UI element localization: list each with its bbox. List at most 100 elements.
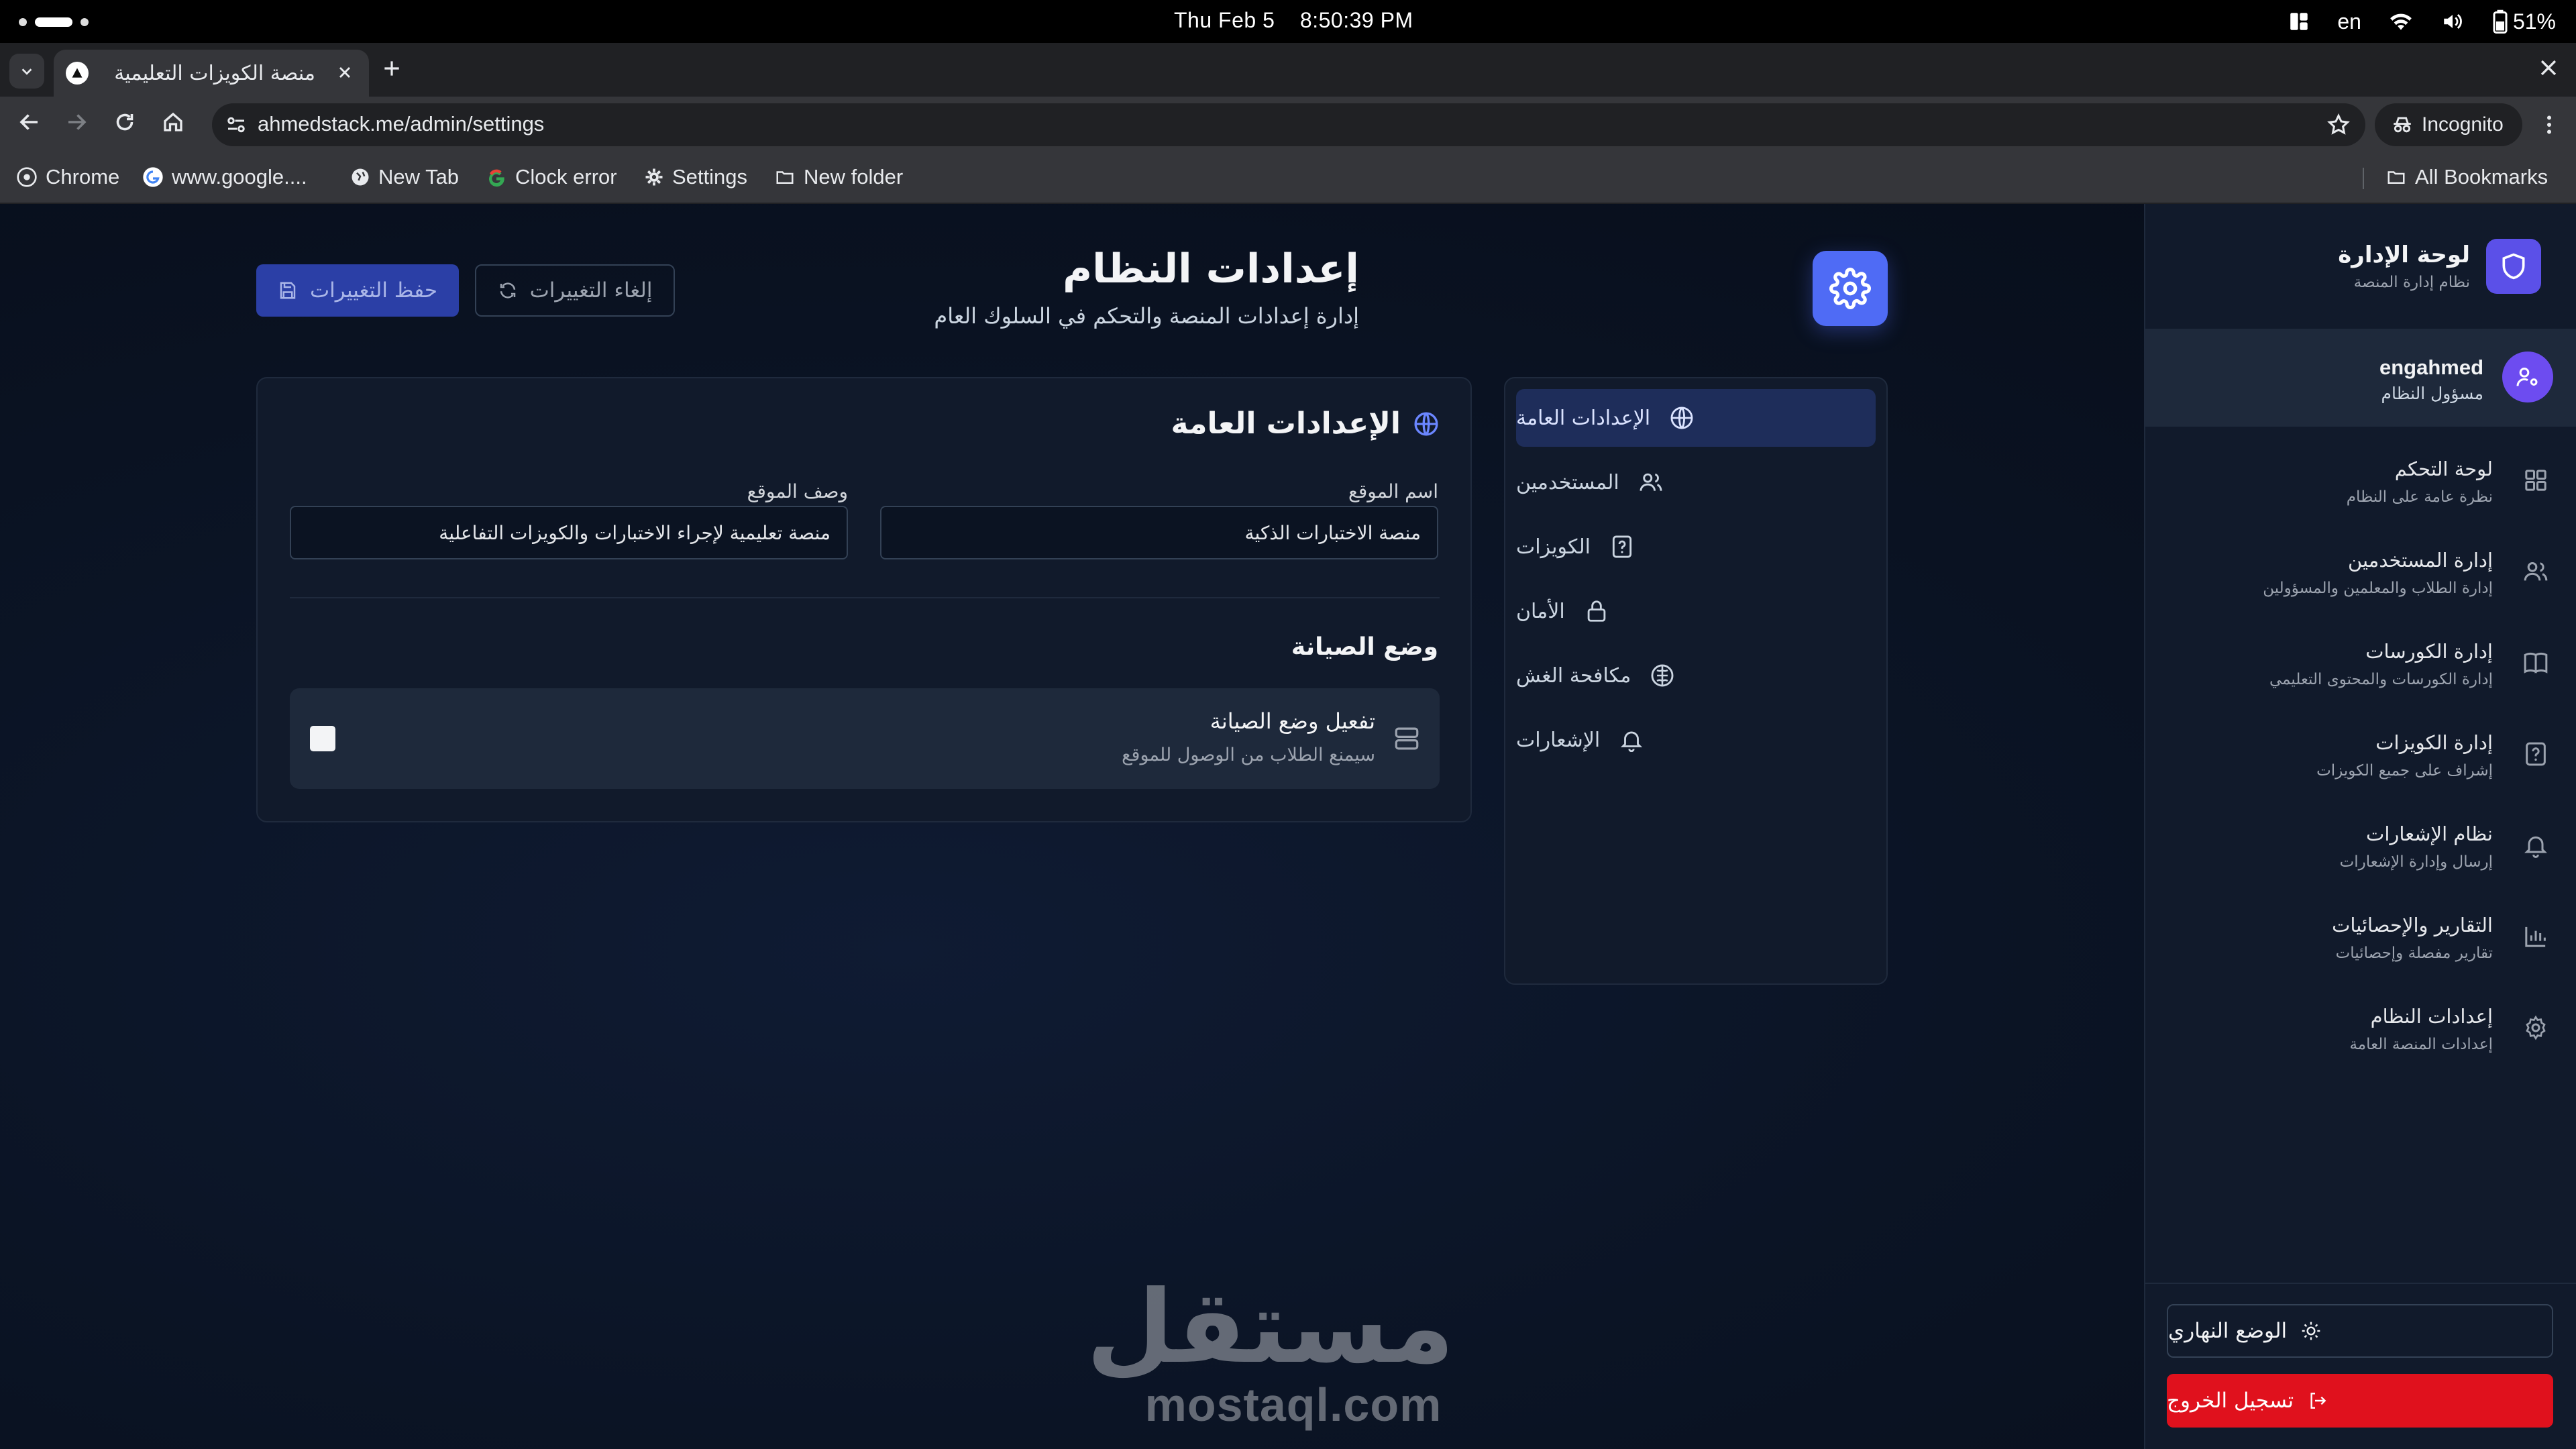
theme-toggle-label: الوضع النهاري — [2168, 1319, 2288, 1343]
gear-icon — [2522, 1014, 2549, 1041]
sidebar-item-label: لوحة التحكم — [2394, 458, 2493, 480]
bookmark-label: Settings — [672, 165, 748, 189]
watermark-latin: mostaql.com — [1144, 1379, 1442, 1431]
sidebar-item-settings[interactable]: إعدادات النظام إعدادات المنصة العامة — [2145, 990, 2576, 1071]
address-bar[interactable]: ahmedstack.me/admin/settings — [212, 103, 2365, 146]
brain-icon — [1650, 663, 1675, 688]
window-close-icon[interactable] — [2537, 56, 2560, 79]
admin-sidebar: لوحة الإدارة نظام إدارة المنصة engahmed … — [2144, 204, 2576, 1449]
sidebar-item-label: إدارة الكويزات — [2375, 731, 2493, 754]
sidebar-item-description: إشراف على جميع الكويزات — [2316, 762, 2493, 780]
browser-tab-strip: منصة الكويزات التعليمية — [0, 43, 2576, 97]
settings-nav-general[interactable]: الإعدادات العامة — [1516, 389, 1876, 447]
keyboard-language[interactable]: en — [2337, 9, 2361, 34]
discard-changes-button[interactable]: إلغاء التغييرات — [475, 264, 675, 317]
logout-button[interactable]: تسجيل الخروج — [2167, 1374, 2553, 1428]
settings-nav-anti-cheat[interactable]: مكافحة الغش — [1516, 647, 1876, 704]
workspace-indicator[interactable] — [19, 17, 89, 27]
layout-icon[interactable] — [2288, 10, 2310, 33]
sidebar-item-description: إرسال وإدارة الإشعارات — [2339, 853, 2493, 871]
settings-nav-label: مكافحة الغش — [1516, 663, 1631, 688]
tab-title: منصة الكويزات التعليمية — [114, 61, 315, 85]
site-name-input[interactable] — [880, 506, 1438, 559]
sidebar-item-description: تقارير مفصلة وإحصائيات — [2335, 945, 2493, 962]
page-subtitle: إدارة إعدادات المنصة والتحكم في السلوك ا… — [934, 303, 1359, 329]
sidebar-item-users[interactable]: إدارة المستخدمين إدارة الطلاب والمعلمين … — [2145, 534, 2576, 614]
settings-nav-users[interactable]: المستخدمين — [1516, 453, 1876, 511]
battery-charging-icon — [2491, 9, 2509, 34]
page-title: إعدادات النظام — [1063, 246, 1359, 292]
globe-icon — [1413, 411, 1440, 437]
settings-nav-quizzes[interactable]: الكويزات — [1516, 518, 1876, 576]
site-description-label: وصف الموقع — [747, 480, 848, 502]
sidebar-item-dashboard[interactable]: لوحة التحكم نظرة عامة على النظام — [2145, 443, 2576, 523]
os-status-bar: Thu Feb 5 8:50:39 PM en 51% — [0, 0, 2576, 43]
bell-icon — [2522, 832, 2549, 859]
watermark: مستقل mostaql.com — [1086, 1269, 1454, 1432]
home-icon[interactable] — [161, 110, 185, 134]
section-divider — [290, 597, 1440, 598]
refresh-icon — [498, 280, 518, 301]
browser-menu-icon[interactable] — [2537, 111, 2561, 138]
page-header-badge — [1813, 251, 1888, 326]
sidebar-item-reports[interactable]: التقارير والإحصائيات تقارير مفصلة وإحصائ… — [2145, 899, 2576, 979]
url-text: ahmedstack.me/admin/settings — [258, 112, 545, 136]
shield-icon — [2499, 252, 2528, 281]
site-info-icon[interactable] — [224, 113, 248, 137]
close-tab-icon[interactable] — [335, 63, 354, 82]
save-changes-button[interactable]: حفظ التغييرات — [256, 264, 459, 317]
logout-label: تسجيل الخروج — [2167, 1389, 2294, 1413]
user-role: مسؤول النظام — [2381, 384, 2483, 403]
maintenance-mode-checkbox[interactable] — [310, 726, 335, 751]
chevron-down-icon — [19, 64, 34, 78]
workspace-active-pill — [35, 17, 72, 27]
settings-nav-security[interactable]: الأمان — [1516, 582, 1876, 640]
forward-icon[interactable] — [64, 110, 89, 134]
bookmark-star-icon[interactable] — [2326, 113, 2351, 137]
sidebar-item-quizzes[interactable]: إدارة الكويزات إشراف على جميع الكويزات — [2145, 716, 2576, 797]
incognito-indicator[interactable]: Incognito — [2375, 103, 2522, 146]
bookmark-new-tab[interactable]: New Tab — [350, 165, 459, 189]
incognito-label: Incognito — [2422, 113, 2504, 136]
clock-time: 8:50:39 PM — [1299, 8, 1413, 32]
settings-nav-label: الإشعارات — [1516, 728, 1601, 752]
battery-status[interactable]: 51% — [2491, 9, 2556, 34]
all-bookmarks-label: All Bookmarks — [2415, 165, 2548, 189]
bookmark-clock-error[interactable]: Clock error — [486, 165, 617, 189]
general-settings-title: الإعدادات العامة — [1171, 407, 1401, 441]
bookmark-chrome[interactable]: Chrome — [16, 165, 119, 189]
settings-nav-notifications[interactable]: الإشعارات — [1516, 711, 1876, 769]
site-description-input[interactable] — [290, 506, 848, 559]
bookmark-google[interactable]: www.google.... — [142, 165, 307, 189]
sidebar-item-notifications[interactable]: نظام الإشعارات إرسال وإدارة الإشعارات — [2145, 808, 2576, 888]
users-icon — [1638, 470, 1664, 495]
users-icon — [2522, 558, 2549, 585]
volume-icon[interactable] — [2440, 10, 2465, 33]
reload-icon[interactable] — [113, 110, 137, 134]
wifi-icon[interactable] — [2388, 10, 2414, 33]
clock[interactable]: Thu Feb 5 8:50:39 PM — [1174, 8, 1413, 33]
sun-icon — [2300, 1320, 2322, 1342]
google-icon — [142, 166, 164, 188]
new-tab-icon[interactable] — [381, 58, 402, 79]
app-viewport: إعدادات النظام إدارة إعدادات المنصة والت… — [0, 204, 2576, 1449]
bookmark-new-folder[interactable]: New folder — [774, 165, 903, 189]
back-icon[interactable] — [17, 110, 42, 134]
watermark-arabic: مستقل — [1086, 1269, 1454, 1386]
tab-search-button[interactable] — [9, 54, 44, 89]
quiz-icon — [1609, 534, 1635, 559]
sidebar-item-description: إعدادات المنصة العامة — [2349, 1036, 2493, 1053]
main-content: إعدادات النظام إدارة إعدادات المنصة والت… — [0, 204, 2144, 1449]
current-user-card[interactable]: engahmed مسؤول النظام — [2145, 329, 2576, 427]
sidebar-item-description: نظرة عامة على النظام — [2346, 488, 2493, 506]
browser-tab-active[interactable]: منصة الكويزات التعليمية — [54, 50, 369, 97]
globe-icon — [350, 167, 370, 187]
battery-percent: 51% — [2512, 9, 2556, 34]
sidebar-item-label: إدارة الكورسات — [2365, 640, 2493, 663]
sidebar-item-label: نظام الإشعارات — [2366, 822, 2493, 845]
sidebar-item-courses[interactable]: إدارة الكورسات إدارة الكورسات والمحتوى ا… — [2145, 625, 2576, 706]
theme-toggle-button[interactable]: الوضع النهاري — [2167, 1304, 2553, 1358]
all-bookmarks-button[interactable]: All Bookmarks — [2385, 165, 2548, 189]
bookmark-settings[interactable]: Settings — [644, 165, 747, 189]
settings-nav: الإعدادات العامة المستخدمين الكويزات الأ… — [1504, 377, 1888, 985]
